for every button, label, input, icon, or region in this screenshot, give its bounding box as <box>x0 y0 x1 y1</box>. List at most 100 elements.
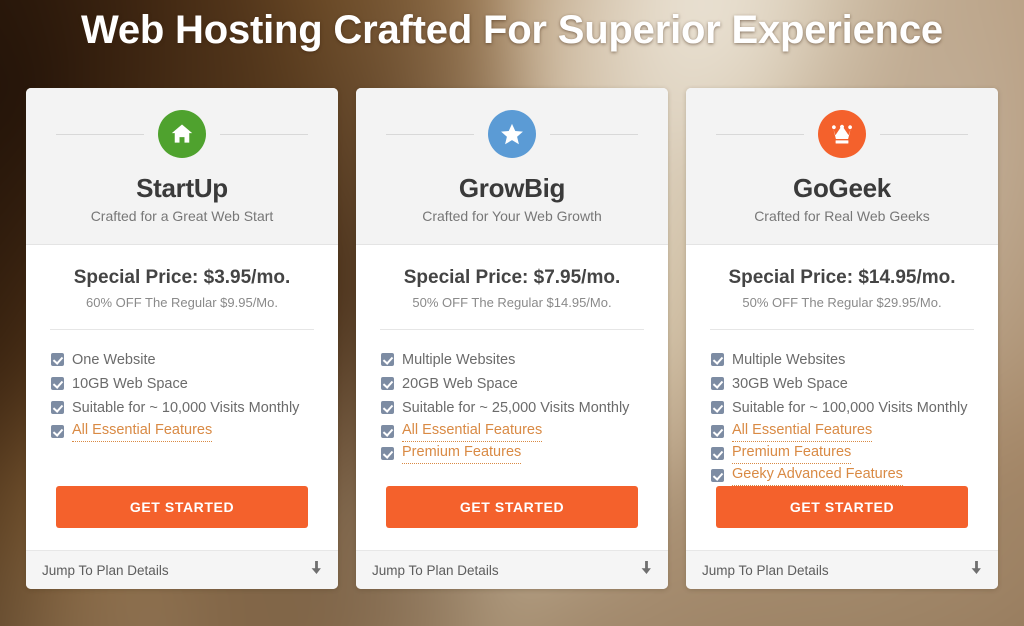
divider-left <box>716 133 804 135</box>
divider-right <box>220 133 308 135</box>
check-icon <box>381 353 394 366</box>
price-divider <box>50 329 314 330</box>
feature-item[interactable]: Premium Features <box>711 442 980 464</box>
plan-name: StartUp <box>136 173 228 203</box>
card-header-growbig: GrowBig Crafted for Your Web Growth <box>356 88 668 245</box>
jump-to-plan-details-startup[interactable]: Jump To Plan Details <box>26 550 338 589</box>
footer-label: Jump To Plan Details <box>42 562 169 578</box>
arrow-down-icon[interactable] <box>641 560 652 580</box>
divider-right <box>550 133 638 135</box>
plan-name: GoGeek <box>793 173 891 203</box>
feature-item: Suitable for ~ 25,000 Visits Monthly <box>381 396 650 420</box>
feature-label: Multiple Websites <box>402 352 516 368</box>
feature-label-link[interactable]: All Essential Features <box>402 420 543 442</box>
cta-container: GET STARTED <box>704 486 980 550</box>
check-icon <box>381 377 394 390</box>
feature-list: Multiple Websites 30GB Web Space Suitable … <box>704 348 980 486</box>
footer-label: Jump To Plan Details <box>372 562 499 578</box>
check-icon <box>51 425 64 438</box>
divider-left <box>386 133 474 135</box>
regular-price-note: 50% OFF The Regular $14.95/Mo. <box>412 295 612 310</box>
price-divider <box>710 329 974 330</box>
check-icon <box>711 377 724 390</box>
card-body-growbig: Special Price: $7.95/mo. 50% OFF The Regu… <box>356 245 668 550</box>
card-body-startup: Special Price: $3.95/mo. 60% OFF The Regu… <box>26 245 338 550</box>
feature-item[interactable]: All Essential Features <box>711 420 980 442</box>
crown-icon <box>818 110 866 158</box>
star-icon <box>488 110 536 158</box>
feature-label: Multiple Websites <box>732 352 846 368</box>
feature-item: Suitable for ~ 100,000 Visits Monthly <box>711 396 980 420</box>
special-price: Special Price: $7.95/mo. <box>403 267 621 288</box>
cta-container: GET STARTED <box>374 486 650 550</box>
feature-item[interactable]: Geeky Advanced Features <box>711 464 980 486</box>
plan-tagline: Crafted for Real Web Geeks <box>754 208 930 224</box>
check-icon <box>51 377 64 390</box>
check-icon <box>711 469 724 482</box>
feature-item: One Website <box>51 348 320 372</box>
feature-label: One Website <box>72 352 156 368</box>
arrow-down-icon[interactable] <box>971 560 982 580</box>
regular-price-note: 60% OFF The Regular $9.95/Mo. <box>86 295 278 310</box>
check-icon <box>51 353 64 366</box>
plan-tagline: Crafted for Your Web Growth <box>422 208 602 224</box>
check-icon <box>381 447 394 460</box>
feature-item: 10GB Web Space <box>51 372 320 396</box>
pricing-cards-row: StartUp Crafted for a Great Web Start Spec… <box>26 88 998 589</box>
check-icon <box>711 353 724 366</box>
feature-item[interactable]: Premium Features <box>381 442 650 464</box>
check-icon <box>381 401 394 414</box>
check-icon <box>711 447 724 460</box>
special-price: Special Price: $3.95/mo. <box>73 267 291 288</box>
card-header-startup: StartUp Crafted for a Great Web Start <box>26 88 338 245</box>
check-icon <box>381 425 394 438</box>
card-header-gogeek: GoGeek Crafted for Real Web Geeks <box>686 88 998 245</box>
feature-item: Multiple Websites <box>711 348 980 372</box>
jump-to-plan-details-growbig[interactable]: Jump To Plan Details <box>356 550 668 589</box>
jump-to-plan-details-gogeek[interactable]: Jump To Plan Details <box>686 550 998 589</box>
plan-tagline: Crafted for a Great Web Start <box>90 208 274 224</box>
feature-item: 30GB Web Space <box>711 372 980 396</box>
get-started-button[interactable]: GET STARTED <box>56 486 308 528</box>
arrow-down-icon[interactable] <box>311 560 322 580</box>
plan-icon-row <box>374 110 650 158</box>
card-body-gogeek: Special Price: $14.95/mo. 50% OFF The Reg… <box>686 245 998 550</box>
plan-icon-row <box>44 110 320 158</box>
feature-list: One Website 10GB Web Space Suitable for ~ … <box>44 348 320 442</box>
feature-label-link[interactable]: Premium Features <box>402 442 522 464</box>
feature-label-link[interactable]: All Essential Features <box>72 420 213 442</box>
price-divider <box>380 329 644 330</box>
home-icon <box>158 110 206 158</box>
cta-container: GET STARTED <box>44 486 320 550</box>
feature-item: 20GB Web Space <box>381 372 650 396</box>
pricing-card-growbig: GrowBig Crafted for Your Web Growth Specia… <box>356 88 668 589</box>
feature-item[interactable]: All Essential Features <box>51 420 320 442</box>
special-price: Special Price: $14.95/mo. <box>728 267 956 288</box>
pricing-card-startup: StartUp Crafted for a Great Web Start Spec… <box>26 88 338 589</box>
feature-label: Suitable for ~ 100,000 Visits Monthly <box>732 400 968 416</box>
regular-price-note: 50% OFF The Regular $29.95/Mo. <box>742 295 942 310</box>
feature-label: Suitable for ~ 25,000 Visits Monthly <box>402 400 630 416</box>
feature-label: 30GB Web Space <box>732 376 848 392</box>
get-started-button[interactable]: GET STARTED <box>716 486 968 528</box>
divider-left <box>56 133 144 135</box>
feature-item: Multiple Websites <box>381 348 650 372</box>
get-started-button[interactable]: GET STARTED <box>386 486 638 528</box>
page-title: Web Hosting Crafted For Superior Experie… <box>81 8 943 52</box>
feature-label: Suitable for ~ 10,000 Visits Monthly <box>72 400 300 416</box>
feature-list: Multiple Websites 20GB Web Space Suitable … <box>374 348 650 464</box>
feature-item: Suitable for ~ 10,000 Visits Monthly <box>51 396 320 420</box>
check-icon <box>711 401 724 414</box>
feature-item[interactable]: All Essential Features <box>381 420 650 442</box>
feature-label-link[interactable]: All Essential Features <box>732 420 873 442</box>
check-icon <box>51 401 64 414</box>
feature-label: 20GB Web Space <box>402 376 518 392</box>
plan-name: GrowBig <box>458 173 566 203</box>
plan-icon-row <box>704 110 980 158</box>
footer-label: Jump To Plan Details <box>702 562 829 578</box>
pricing-card-gogeek: GoGeek Crafted for Real Web Geeks Special … <box>686 88 998 589</box>
feature-label-link[interactable]: Premium Features <box>732 442 852 464</box>
feature-label-link[interactable]: Geeky Advanced Features <box>732 464 903 486</box>
check-icon <box>711 425 724 438</box>
divider-right <box>880 133 968 135</box>
